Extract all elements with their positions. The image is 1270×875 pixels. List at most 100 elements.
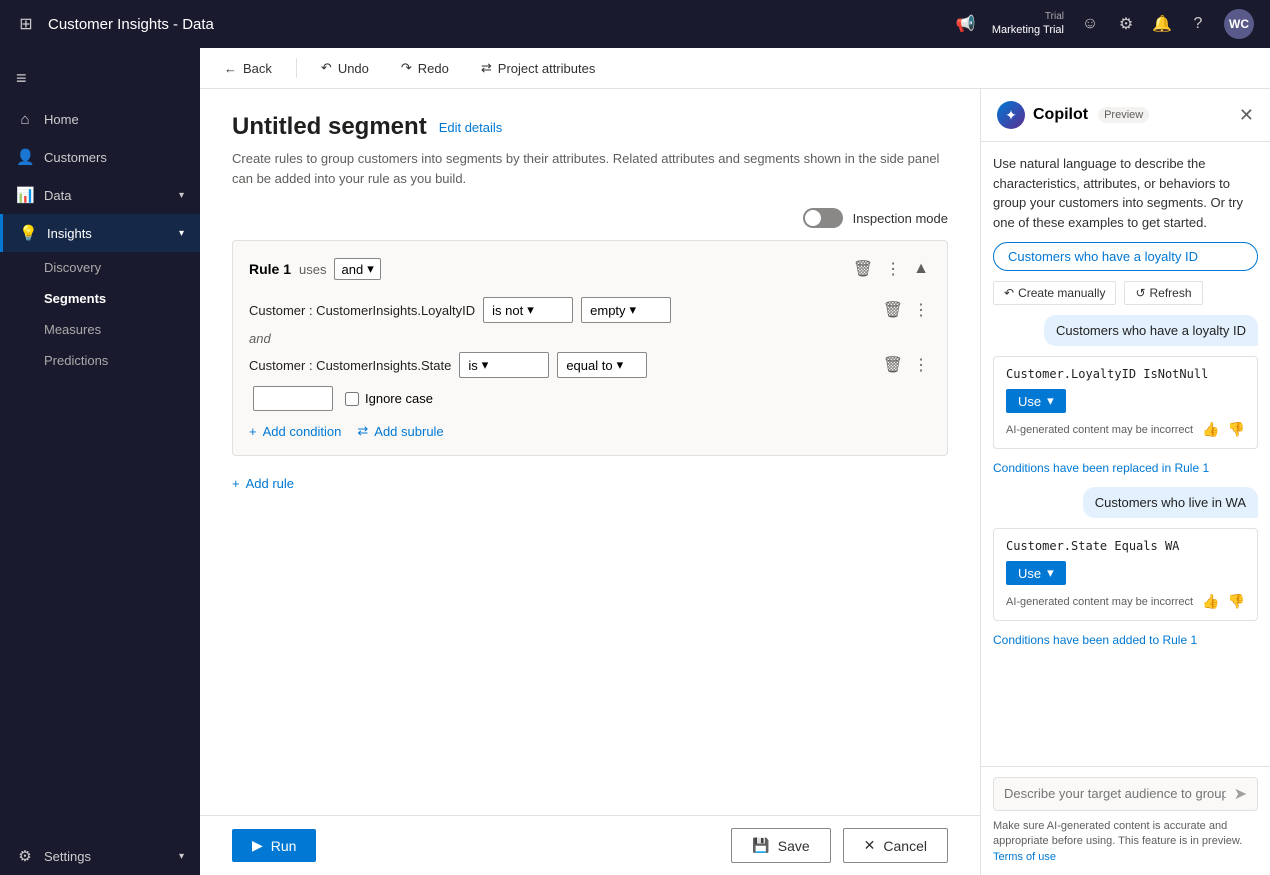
terms-of-use-link[interactable]: Terms of use bbox=[993, 851, 1056, 863]
use-chevron-icon-1: ▾ bbox=[1047, 393, 1054, 409]
condition-row-2: Customer : CustomerInsights.State is ▾ e… bbox=[249, 352, 931, 378]
copilot-header: ✦ Copilot Preview ✕ bbox=[981, 89, 1270, 142]
add-rule-button[interactable]: + Add rule bbox=[232, 472, 294, 495]
copilot-preview-badge: Preview bbox=[1098, 107, 1149, 123]
create-manually-icon: ↶ bbox=[1004, 286, 1014, 300]
user-message-1: Customers who have a loyalty ID bbox=[1044, 315, 1258, 346]
system-message-2: Conditions have been added to Rule 1 bbox=[993, 631, 1258, 649]
undo-button[interactable]: ↶ Undo bbox=[313, 56, 377, 80]
main-layout: ≡ ⌂ Home 👤 Customers 📊 Data ▾ 💡 Insights… bbox=[0, 48, 1270, 875]
rule-title: Rule 1 bbox=[249, 261, 291, 277]
create-manually-button[interactable]: ↶ Create manually bbox=[993, 281, 1116, 305]
sidebar-item-settings[interactable]: ⚙ Settings ▾ bbox=[0, 837, 200, 875]
condition-operator-1[interactable]: is not ▾ bbox=[483, 297, 573, 323]
rule-collapse-button[interactable]: ▲ bbox=[911, 257, 931, 281]
topbar: ⊞ Customer Insights - Data 📢 Trial Marke… bbox=[0, 0, 1270, 48]
condition-field-2: Customer : CustomerInsights.State bbox=[249, 358, 451, 373]
notification-icon[interactable]: 🔔 bbox=[1152, 14, 1172, 34]
copilot-close-button[interactable]: ✕ bbox=[1239, 105, 1254, 126]
sidebar-item-customers[interactable]: 👤 Customers bbox=[0, 138, 200, 176]
thumbs-down-button-1[interactable]: 👎 bbox=[1228, 421, 1245, 438]
and-separator: and bbox=[249, 331, 931, 346]
avatar[interactable]: WC bbox=[1224, 9, 1254, 39]
toolbar-divider bbox=[296, 58, 297, 78]
thumbs-up-button-1[interactable]: 👍 bbox=[1202, 421, 1219, 438]
page-content: Untitled segment Edit details Create rul… bbox=[200, 89, 1270, 875]
thumbs-down-button-2[interactable]: 👎 bbox=[1228, 593, 1245, 610]
help-icon[interactable]: ? bbox=[1188, 14, 1208, 34]
condition-delete-button-1[interactable]: 🗑 bbox=[881, 298, 905, 322]
project-attributes-button[interactable]: ⇄ Project attributes bbox=[473, 56, 603, 80]
inspection-mode-toggle[interactable] bbox=[803, 208, 843, 228]
ignore-case-checkbox[interactable] bbox=[345, 392, 359, 406]
content-wrapper: ← Back ↶ Undo ↷ Redo ⇄ Project attribute… bbox=[200, 48, 1270, 875]
copilot-send-button[interactable]: ➤ bbox=[1234, 784, 1247, 804]
hamburger-menu-icon[interactable]: ≡ bbox=[0, 56, 200, 101]
trial-name: Marketing Trial bbox=[992, 23, 1064, 37]
bottom-action-bar: ▶ Run 💾 Save ✕ Cancel bbox=[200, 815, 980, 875]
edit-details-link[interactable]: Edit details bbox=[439, 120, 503, 135]
condition-operator-2[interactable]: is ▾ bbox=[459, 352, 549, 378]
copilot-panel: ✦ Copilot Preview ✕ Use natural language… bbox=[980, 89, 1270, 875]
grid-icon[interactable]: ⊞ bbox=[16, 14, 36, 34]
app-title: Customer Insights - Data bbox=[48, 16, 214, 33]
copilot-intro-text: Use natural language to describe the cha… bbox=[993, 154, 1258, 232]
thumbs-up-button-2[interactable]: 👍 bbox=[1202, 593, 1219, 610]
project-attributes-icon: ⇄ bbox=[481, 60, 492, 76]
settings-icon[interactable]: ⚙ bbox=[1116, 14, 1136, 34]
condition-more-button-1[interactable]: ⋮ bbox=[911, 298, 931, 322]
page-title-row: Untitled segment Edit details bbox=[232, 113, 948, 141]
save-button[interactable]: 💾 Save bbox=[731, 828, 830, 863]
ai-card-2: Customer.State Equals WA Use ▾ AI-genera… bbox=[993, 528, 1258, 621]
back-button[interactable]: ← Back bbox=[216, 57, 280, 80]
sidebar-item-home[interactable]: ⌂ Home bbox=[0, 101, 200, 138]
redo-button[interactable]: ↷ Redo bbox=[393, 56, 457, 80]
condition-delete-button-2[interactable]: 🗑 bbox=[881, 353, 905, 377]
condition-value-1[interactable]: empty ▾ bbox=[581, 297, 671, 323]
sidebar-item-label-settings: Settings bbox=[44, 849, 91, 864]
sidebar-item-segments[interactable]: Segments bbox=[44, 283, 200, 314]
refresh-icon: ↺ bbox=[1135, 286, 1145, 300]
rule-more-button[interactable]: ⋮ bbox=[883, 257, 903, 281]
insights-chevron-icon: ▾ bbox=[179, 228, 184, 239]
rule-header: Rule 1 uses and ▾ 🗑 ⋮ ▲ bbox=[249, 257, 931, 281]
sidebar-item-predictions[interactable]: Predictions bbox=[44, 345, 200, 376]
condition-value-type-2[interactable]: equal to ▾ bbox=[557, 352, 647, 378]
ai-card-1: Customer.LoyaltyID IsNotNull Use ▾ AI-ge… bbox=[993, 356, 1258, 449]
add-condition-button[interactable]: + Add condition bbox=[249, 423, 341, 439]
value-text-input[interactable]: WA bbox=[253, 386, 333, 411]
sidebar-item-insights[interactable]: 💡 Insights ▾ bbox=[0, 214, 200, 252]
operator-chevron-icon-1: ▾ bbox=[527, 302, 534, 318]
sidebar-item-discovery[interactable]: Discovery bbox=[44, 252, 200, 283]
smiley-icon[interactable]: ☺ bbox=[1080, 14, 1100, 34]
rule-delete-button[interactable]: 🗑 bbox=[851, 257, 875, 281]
insights-submenu: Discovery Segments Measures Predictions bbox=[0, 252, 200, 376]
sidebar-item-measures[interactable]: Measures bbox=[44, 314, 200, 345]
use-button-2[interactable]: Use ▾ bbox=[1006, 561, 1066, 585]
copilot-input-row: ➤ bbox=[993, 777, 1258, 811]
copilot-text-input[interactable] bbox=[1004, 786, 1226, 801]
rule-conjunction-dropdown[interactable]: and ▾ bbox=[334, 258, 380, 280]
cancel-button[interactable]: ✕ Cancel bbox=[843, 828, 948, 863]
sidebar-item-label-insights: Insights bbox=[47, 226, 92, 241]
condition-field-1: Customer : CustomerInsights.LoyaltyID bbox=[249, 303, 475, 318]
copilot-title: Copilot bbox=[1033, 106, 1088, 124]
condition-actions-2: 🗑 ⋮ bbox=[881, 353, 931, 377]
trial-label: Trial bbox=[992, 10, 1064, 23]
refresh-button[interactable]: ↺ Refresh bbox=[1124, 281, 1202, 305]
condition-row-1: Customer : CustomerInsights.LoyaltyID is… bbox=[249, 297, 931, 323]
sidebar-item-label-customers: Customers bbox=[44, 150, 107, 165]
add-subrule-button[interactable]: ⇄ Add subrule bbox=[357, 423, 443, 439]
segment-editor: Untitled segment Edit details Create rul… bbox=[200, 89, 980, 875]
page-title: Untitled segment bbox=[232, 113, 427, 141]
ai-feedback-text-2: AI-generated content may be incorrect bbox=[1006, 596, 1194, 608]
copilot-suggestion-button[interactable]: Customers who have a loyalty ID bbox=[993, 242, 1258, 271]
condition-more-button-2[interactable]: ⋮ bbox=[911, 353, 931, 377]
announcement-icon[interactable]: 📢 bbox=[956, 14, 976, 34]
customers-icon: 👤 bbox=[16, 148, 34, 166]
sidebar-item-data[interactable]: 📊 Data ▾ bbox=[0, 176, 200, 214]
use-button-1[interactable]: Use ▾ bbox=[1006, 389, 1066, 413]
ignore-case-label[interactable]: Ignore case bbox=[345, 391, 433, 406]
add-row: + Add condition ⇄ Add subrule bbox=[249, 423, 931, 439]
run-button[interactable]: ▶ Run bbox=[232, 829, 316, 862]
